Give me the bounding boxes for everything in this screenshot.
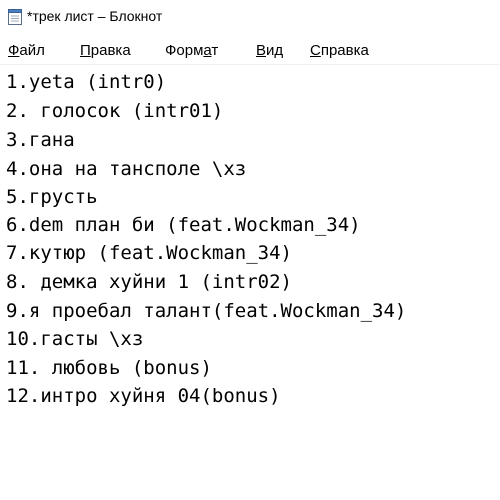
menu-view[interactable]: Вид [256, 38, 283, 63]
menu-help-mnemonic: С [310, 41, 321, 59]
menu-format[interactable]: Формат [165, 38, 218, 63]
text-line: 5.грусть [6, 186, 98, 208]
title-bar[interactable]: *трек лист – Блокнот [0, 0, 500, 34]
menu-edit-mnemonic: П [80, 41, 91, 59]
notepad-icon [8, 9, 22, 25]
text-line: 4.она на тансполе \хз [6, 158, 247, 180]
menu-format-label: т [211, 41, 219, 59]
text-line: 9.я проебал талант(feat.Wockman_34) [6, 300, 407, 322]
text-line: 8. демка хуйни 1 (intr02) [6, 271, 292, 293]
window-title: *трек лист – Блокнот [27, 8, 163, 24]
menu-file[interactable]: Файл [8, 38, 45, 63]
notepad-window: *трек лист – Блокнот Файл Правка Формат … [0, 0, 500, 500]
text-line: 10.гасты \хз [6, 328, 144, 350]
text-line: 12.интро хуйня 04(bonus) [6, 385, 281, 407]
menu-help-label: правка [320, 41, 369, 59]
text-line: 2. голосок (intr01) [6, 100, 224, 122]
menu-edit[interactable]: Правка [80, 38, 131, 63]
menu-view-mnemonic: В [256, 41, 267, 59]
menu-file-label: айл [19, 41, 45, 59]
menu-format-label-pre: Форм [165, 41, 204, 59]
text-line: 3.гана [6, 129, 75, 151]
menu-divider [0, 64, 500, 65]
menu-help[interactable]: Справка [310, 38, 369, 63]
menu-bar: Файл Правка Формат Вид Справка [0, 36, 500, 64]
menu-file-mnemonic: Ф [8, 41, 20, 59]
menu-edit-label: равка [90, 41, 131, 59]
text-line: 11. любовь (bonus) [6, 357, 212, 379]
text-line: 1.yeta (intr0) [6, 71, 167, 93]
menu-view-label: ид [266, 41, 284, 59]
text-editor-area[interactable]: 1.yeta (intr0) 2. голосок (intr01) 3.ган… [0, 66, 500, 500]
text-line: 6.dem план би (feat.Wockman_34) [6, 214, 361, 236]
text-line: 7.кутюр (feat.Wockman_34) [6, 242, 292, 264]
